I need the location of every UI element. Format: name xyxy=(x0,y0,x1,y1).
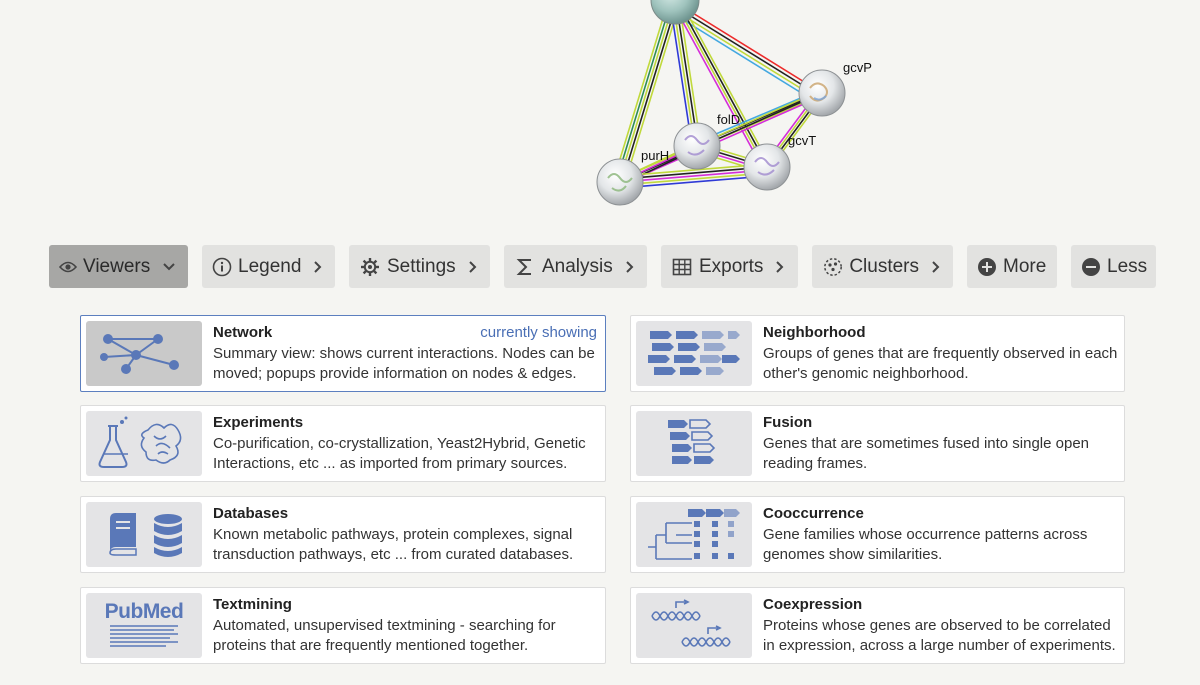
legend-label: Legend xyxy=(238,255,302,277)
viewer-description: Known metabolic pathways, protein comple… xyxy=(213,526,574,563)
viewer-description: Groups of genes that are frequently obse… xyxy=(763,345,1118,382)
network-node-gcvP[interactable]: gcvP xyxy=(798,60,872,117)
exports-button[interactable]: Exports xyxy=(661,245,798,288)
chevron-down-icon xyxy=(162,262,176,272)
clusters-icon xyxy=(822,256,843,278)
viewer-toolbar: Viewers Legend Settings Analysis Exports… xyxy=(49,245,1156,288)
node-label-folD: folD xyxy=(717,112,740,127)
viewer-description: Gene families whose occurrence patterns … xyxy=(763,526,1088,563)
less-button[interactable]: Less xyxy=(1071,245,1156,288)
analysis-button[interactable]: Analysis xyxy=(504,245,647,288)
viewer-card-coexpression[interactable]: Coexpression Proteins whose genes are ob… xyxy=(630,587,1125,664)
viewers-label: Viewers xyxy=(83,255,151,277)
viewers-button[interactable]: Viewers xyxy=(49,245,188,288)
less-label: Less xyxy=(1107,255,1148,277)
exports-label: Exports xyxy=(699,255,764,277)
viewer-description: Genes that are sometimes fused into sing… xyxy=(763,435,1090,472)
viewer-title: Coexpression xyxy=(763,596,863,613)
plus-circle-icon xyxy=(977,256,997,278)
eye-icon xyxy=(59,256,77,278)
viewer-title: Neighborhood xyxy=(763,324,866,341)
info-icon xyxy=(212,256,232,278)
clusters-button[interactable]: Clusters xyxy=(812,245,953,288)
more-button[interactable]: More xyxy=(967,245,1057,288)
chevron-right-icon xyxy=(313,260,323,274)
viewer-title: Textmining xyxy=(213,596,292,613)
currently-showing-label: currently showing xyxy=(480,324,597,341)
minus-circle-icon xyxy=(1081,256,1101,278)
analysis-label: Analysis xyxy=(542,255,613,277)
viewer-description: Automated, unsupervised textmining - sea… xyxy=(213,617,556,654)
clusters-label: Clusters xyxy=(849,255,919,277)
gear-icon xyxy=(359,256,381,278)
viewer-card-network[interactable]: Network currently showing Summary view: … xyxy=(80,315,606,392)
viewer-title: Cooccurrence xyxy=(763,505,864,522)
settings-button[interactable]: Settings xyxy=(349,245,490,288)
chevron-right-icon xyxy=(625,260,635,274)
sigma-icon xyxy=(514,256,536,278)
network-viewer-icon xyxy=(86,321,202,386)
viewer-card-experiments[interactable]: Experiments Co-purification, co-crystall… xyxy=(80,405,606,482)
viewer-description: Co-purification, co-crystallization, Yea… xyxy=(213,435,586,472)
neighborhood-viewer-icon xyxy=(636,321,752,386)
settings-label: Settings xyxy=(387,255,456,277)
fusion-viewer-icon xyxy=(636,411,752,476)
chevron-right-icon xyxy=(775,260,785,274)
viewer-description: Proteins whose genes are observed to be … xyxy=(763,617,1116,654)
network-graph[interactable]: gcvP folD gcvT purH xyxy=(0,0,1200,235)
node-label-purH: purH xyxy=(641,148,669,163)
viewer-card-databases[interactable]: Databases Known metabolic pathways, prot… xyxy=(80,496,606,573)
more-label: More xyxy=(1003,255,1047,277)
chevron-right-icon xyxy=(931,260,941,274)
coexpression-viewer-icon xyxy=(636,593,752,658)
cooccurrence-viewer-icon xyxy=(636,502,752,567)
pubmed-logo: PubMed xyxy=(86,593,202,658)
node-label-gcvP: gcvP xyxy=(843,60,872,75)
viewer-title: Databases xyxy=(213,505,289,522)
node-label-gcvT: gcvT xyxy=(788,133,816,148)
experiments-viewer-icon xyxy=(86,411,202,476)
viewer-card-cooccurrence[interactable]: Cooccurrence Gene families whose occurre… xyxy=(630,496,1125,573)
viewer-card-textmining[interactable]: PubMed Textmining Automated, unsupervise… xyxy=(80,587,606,664)
chevron-right-icon xyxy=(468,260,478,274)
viewer-card-fusion[interactable]: Fusion Genes that are sometimes fused in… xyxy=(630,405,1125,482)
legend-button[interactable]: Legend xyxy=(202,245,335,288)
databases-viewer-icon xyxy=(86,502,202,567)
network-node-folD[interactable]: folD xyxy=(673,112,740,170)
viewer-description: Summary view: shows current interactions… xyxy=(213,345,595,382)
viewer-title: Fusion xyxy=(763,414,813,431)
viewer-title: Experiments xyxy=(213,414,304,431)
table-icon xyxy=(671,256,693,278)
viewer-card-neighborhood[interactable]: Neighborhood Groups of genes that are fr… xyxy=(630,315,1125,392)
